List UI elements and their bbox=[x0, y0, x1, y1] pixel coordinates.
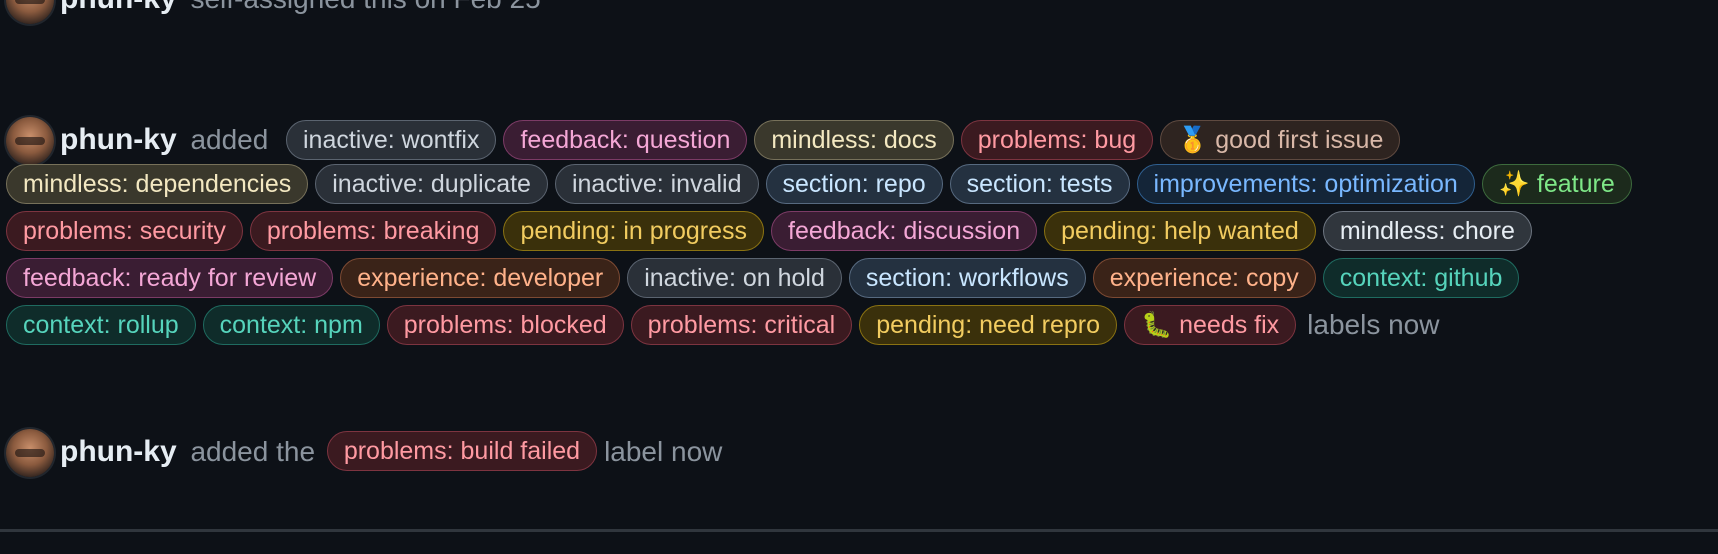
label-row: context: rollup context: npm problems: blo… bbox=[6, 305, 1439, 345]
label-badge[interactable]: inactive: duplicate bbox=[315, 164, 548, 204]
label-badge[interactable]: context: github bbox=[1322, 258, 1520, 298]
label-row: problems: security problems: breaking pend… bbox=[6, 211, 1539, 251]
label-row: inactive: wontfix feedback: question mindl… bbox=[286, 120, 1407, 160]
label-badge[interactable]: experience: developer bbox=[340, 258, 621, 298]
label-badge[interactable]: feedback: ready for review bbox=[6, 258, 334, 298]
label-badge[interactable]: pending: need repro bbox=[859, 305, 1118, 345]
label-badge[interactable]: ✨ feature bbox=[1481, 164, 1632, 204]
avatar[interactable] bbox=[6, 429, 54, 477]
avatar[interactable] bbox=[6, 0, 54, 24]
event-text: phun-ky added the problems: build failed… bbox=[60, 429, 722, 475]
label-badge[interactable]: problems: bug bbox=[960, 120, 1154, 160]
label-badge[interactable]: 🥇 good first issue bbox=[1160, 120, 1401, 160]
label-badge[interactable]: context: rollup bbox=[6, 305, 196, 345]
label-row: feedback: ready for review experience: de… bbox=[6, 258, 1526, 298]
label-badge[interactable]: section: tests bbox=[949, 164, 1130, 204]
label-badge[interactable]: mindless: dependencies bbox=[6, 164, 309, 204]
label-badge[interactable]: problems: build failed bbox=[326, 431, 598, 471]
event-verb: added the bbox=[190, 436, 316, 467]
label-badge[interactable]: inactive: on hold bbox=[627, 258, 842, 298]
label-badge[interactable]: problems: breaking bbox=[249, 211, 497, 251]
label-badge[interactable]: context: npm bbox=[202, 305, 380, 345]
author-link[interactable]: phun-ky bbox=[60, 123, 177, 156]
author-link[interactable]: phun-ky bbox=[60, 435, 177, 468]
event-description: self-assigned this on Feb 25 bbox=[190, 0, 540, 14]
label-badge[interactable]: pending: in progress bbox=[503, 211, 765, 251]
label-badge[interactable]: improvements: optimization bbox=[1136, 164, 1475, 204]
label-badge[interactable]: section: repo bbox=[765, 164, 943, 204]
event-text: phun-ky self-assigned this on Feb 25 bbox=[60, 0, 541, 22]
label-badge[interactable]: feedback: question bbox=[503, 120, 748, 160]
label-row: mindless: dependencies inactive: duplicat… bbox=[6, 164, 1639, 204]
label-badge[interactable]: problems: security bbox=[6, 211, 243, 251]
label-badge[interactable]: mindless: docs bbox=[754, 120, 954, 160]
event-suffix: labels now bbox=[1307, 309, 1440, 340]
avatar[interactable] bbox=[6, 117, 54, 165]
label-badge[interactable]: mindless: chore bbox=[1322, 211, 1532, 251]
label-badge[interactable]: section: workflows bbox=[848, 258, 1086, 298]
timeline-divider bbox=[0, 529, 1718, 532]
event-verb: added bbox=[190, 124, 269, 155]
event-suffix: label now bbox=[604, 436, 723, 467]
event-header: phun-ky added bbox=[60, 117, 268, 163]
label-badge[interactable]: pending: help wanted bbox=[1044, 211, 1316, 251]
label-badge[interactable]: problems: blocked bbox=[386, 305, 624, 345]
label-badge[interactable]: 🐛 needs fix bbox=[1124, 305, 1297, 345]
label-badge[interactable]: inactive: wontfix bbox=[286, 120, 497, 160]
label-badge[interactable]: feedback: discussion bbox=[771, 211, 1038, 251]
author-link[interactable]: phun-ky bbox=[60, 0, 177, 15]
label-badge[interactable]: problems: critical bbox=[630, 305, 853, 345]
label-badge[interactable]: inactive: invalid bbox=[554, 164, 759, 204]
label-badge[interactable]: experience: copy bbox=[1092, 258, 1316, 298]
